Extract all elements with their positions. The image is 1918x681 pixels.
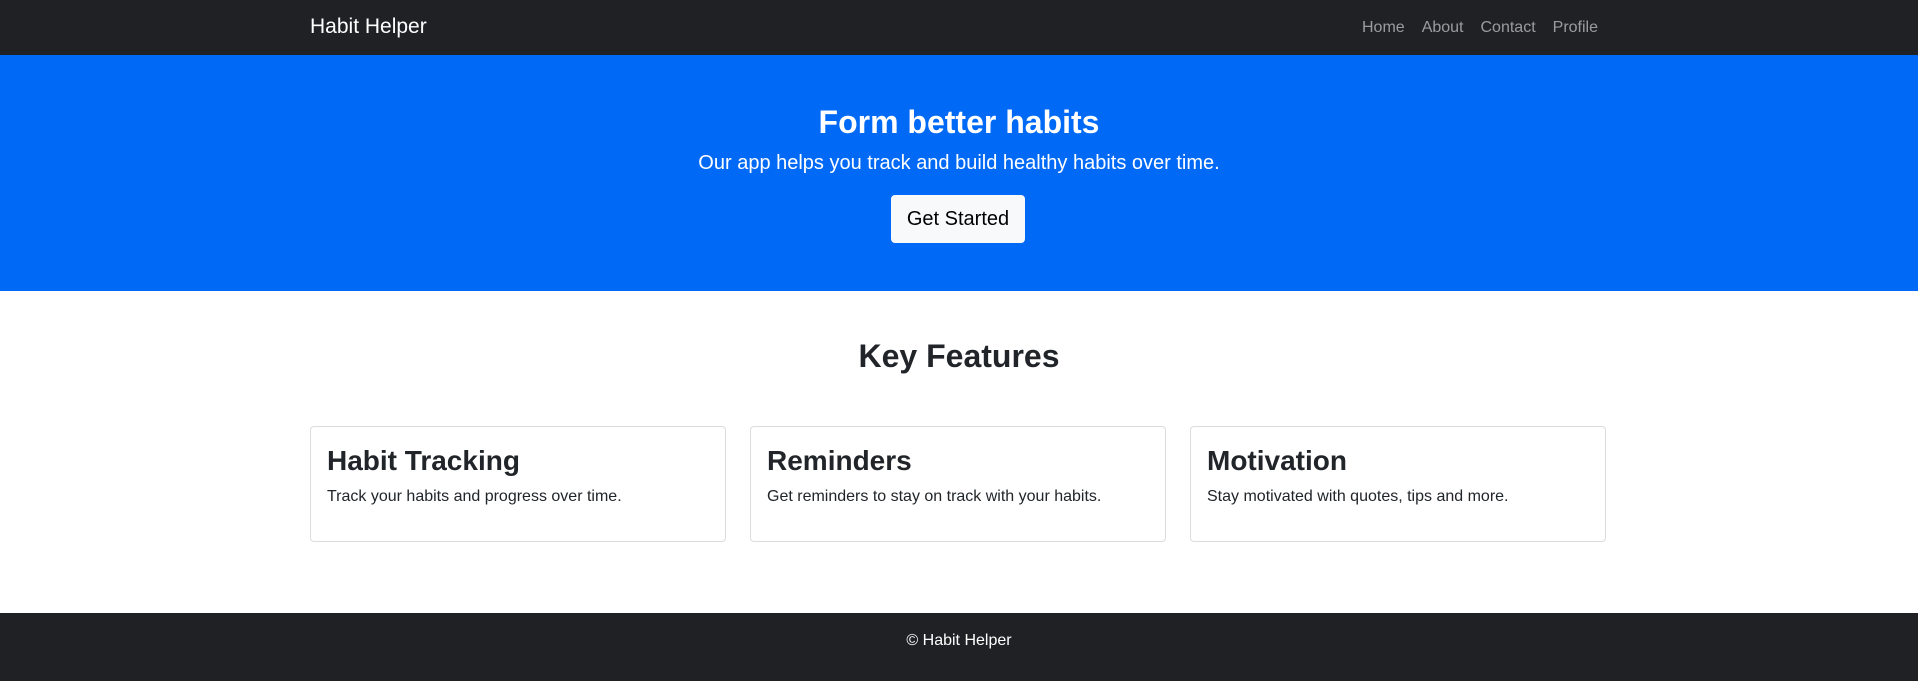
card-text: Track your habits and progress over time… bbox=[327, 488, 622, 505]
features-section: Key Features Habit Tracking Track your h… bbox=[0, 291, 1918, 613]
card-title: Motivation bbox=[1207, 445, 1347, 476]
feature-card-reminders: Reminders Get reminders to stay on track… bbox=[750, 426, 1166, 542]
card-text: Stay motivated with quotes, tips and mor… bbox=[1207, 488, 1509, 505]
nav-links: Home About Contact Profile bbox=[1362, 0, 1598, 55]
features-title: Key Features bbox=[858, 338, 1060, 374]
nav-link-home[interactable]: Home bbox=[1362, 18, 1405, 38]
card-title: Reminders bbox=[767, 445, 912, 476]
nav-link-contact[interactable]: Contact bbox=[1481, 18, 1536, 38]
nav-link-profile[interactable]: Profile bbox=[1553, 18, 1598, 38]
feature-card-habit-tracking: Habit Tracking Track your habits and pro… bbox=[310, 426, 726, 542]
footer: © Habit Helper bbox=[0, 613, 1918, 681]
brand-link[interactable]: Habit Helper bbox=[310, 14, 427, 40]
hero-section: Form better habits Our app helps you tra… bbox=[0, 55, 1918, 291]
hero-subtitle: Our app helps you track and build health… bbox=[698, 152, 1220, 174]
get-started-button[interactable]: Get Started bbox=[891, 195, 1025, 243]
nav-link-about[interactable]: About bbox=[1422, 18, 1464, 38]
card-title: Habit Tracking bbox=[327, 445, 520, 476]
hero-title: Form better habits bbox=[818, 104, 1100, 140]
footer-copyright: © Habit Helper bbox=[906, 632, 1012, 649]
navbar: Habit Helper Home About Contact Profile bbox=[0, 0, 1918, 55]
feature-card-motivation: Motivation Stay motivated with quotes, t… bbox=[1190, 426, 1606, 542]
card-text: Get reminders to stay on track with your… bbox=[767, 488, 1102, 505]
